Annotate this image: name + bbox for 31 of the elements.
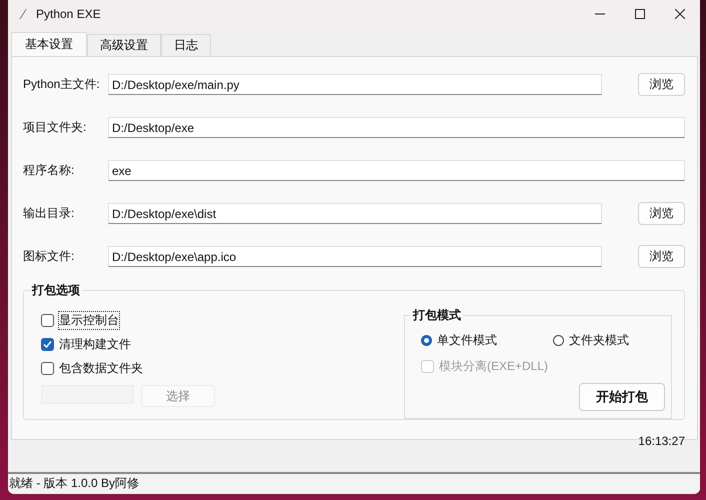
path-field[interactable]: D:/Desktop/exe [108, 117, 685, 138]
field-label: 程序名称: [23, 162, 76, 179]
browse-button[interactable]: 浏览 [638, 73, 685, 96]
field-label: 图标文件: [23, 248, 76, 265]
radio-button[interactable]: 单文件模式 [421, 332, 497, 349]
tab[interactable]: 基本设置 [11, 32, 87, 56]
checkbox[interactable]: 清理构建文件 [41, 335, 291, 353]
field-label: 项目文件夹: [23, 119, 88, 136]
window-title: Python EXE [36, 7, 102, 21]
close-icon [675, 9, 685, 19]
feather-icon [18, 7, 28, 21]
path-field[interactable]: D:/Desktop/exe\app.ico [108, 246, 602, 267]
clock-text: 16:13:27 [638, 434, 685, 448]
path-field[interactable]: D:/Desktop/exe\dist [108, 203, 602, 224]
checkbox[interactable]: 显示控制台 [41, 311, 291, 329]
tab[interactable]: 高级设置 [87, 34, 161, 56]
build-button[interactable]: 开始打包 [579, 383, 665, 411]
path-field[interactable]: D:/Desktop/exe/main.py [108, 74, 602, 95]
checkbox[interactable]: 包含数据文件夹 [41, 359, 291, 377]
field-label: Python主文件: [23, 76, 101, 93]
path-field[interactable]: exe [108, 160, 685, 181]
status-bar: 就绪 - 版本 1.0.0 By阿修 [8, 472, 700, 492]
checkmark-icon [43, 340, 52, 348]
group-title: 打包模式 [411, 307, 463, 324]
browse-button[interactable]: 浏览 [638, 202, 685, 225]
maximize-icon [635, 9, 645, 19]
group-title: 打包选项 [30, 282, 82, 299]
radio-button[interactable]: 文件夹模式 [553, 332, 629, 349]
browse-button[interactable]: 浏览 [638, 245, 685, 268]
field-label: 输出目录: [23, 205, 76, 222]
tab[interactable]: 日志 [161, 34, 211, 56]
